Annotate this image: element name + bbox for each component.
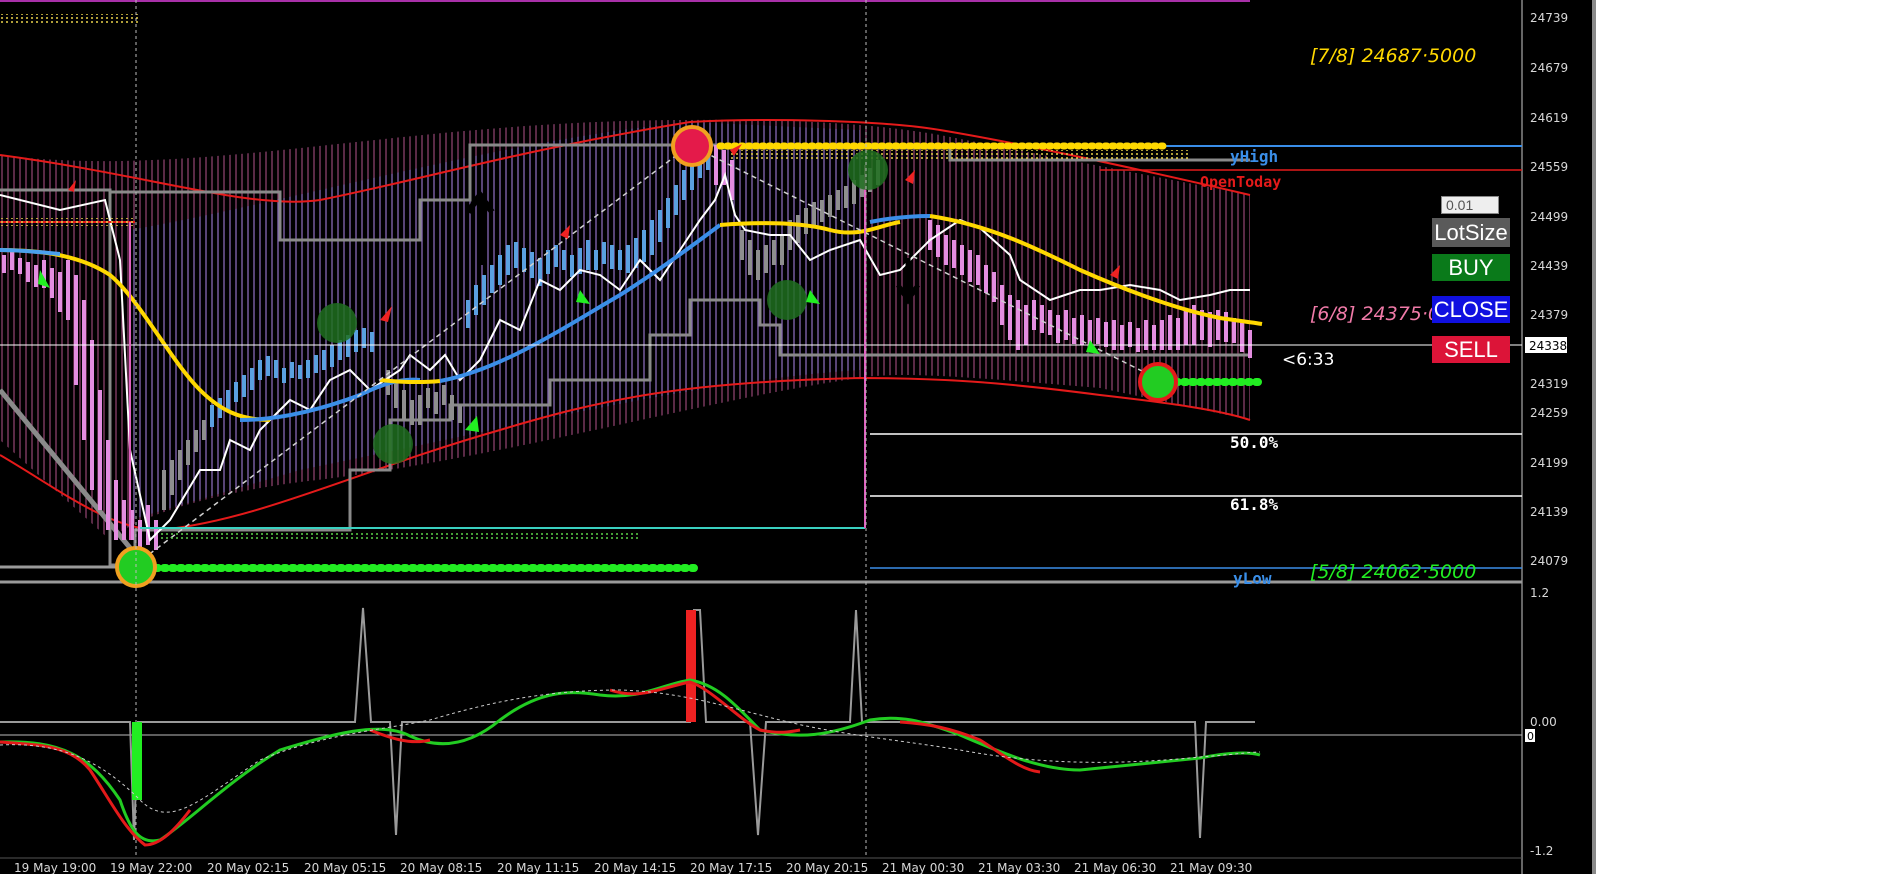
signal-dot-3 [767, 280, 807, 320]
price-tick: 24619 [1530, 111, 1568, 125]
time-tick: 20 May 05:15 [304, 861, 386, 874]
price-axis: 24739 24679 24619 24559 24499 24439 2437… [1530, 11, 1568, 568]
chart-canvas[interactable]: [7/8] 24687·5000 [6/8] 24375·0000 [5/8] … [0, 0, 1592, 874]
osc-sell-bar [686, 610, 696, 722]
lot-size-input[interactable] [1441, 196, 1499, 214]
current-swing-marker [1138, 362, 1178, 402]
fib-50-label: 50.0% [1230, 433, 1279, 452]
dotted-zone-top [0, 14, 140, 24]
time-tick: 20 May 02:15 [207, 861, 289, 874]
time-tick: 20 May 17:15 [690, 861, 772, 874]
ma-line-yellow-2 [379, 378, 441, 385]
window-edge [1592, 0, 1596, 874]
sell-button[interactable]: SELL [1432, 336, 1510, 363]
time-tick: 20 May 08:15 [400, 861, 482, 874]
buy-button[interactable]: BUY [1432, 254, 1510, 281]
time-tick: 21 May 03:30 [978, 861, 1060, 874]
dotted-zone-high [730, 150, 1190, 160]
dotted-zone-low [160, 532, 640, 540]
price-tick: 24319 [1530, 377, 1568, 391]
osc-signal-line-green [0, 678, 1261, 843]
osc-tick-zero: 0.00 [1530, 715, 1557, 729]
time-tick: 21 May 09:30 [1170, 861, 1252, 874]
price-tick: 24559 [1530, 160, 1568, 174]
ylow-label: yLow [1233, 569, 1272, 588]
osc-buy-bar [132, 722, 142, 800]
price-tick: 24439 [1530, 259, 1568, 273]
osc-tick-top: 1.2 [1530, 586, 1549, 600]
dotted-zone-left [0, 218, 135, 226]
murrey-7-8-label: [7/8] 24687·5000 [1310, 45, 1476, 67]
price-tick: 24739 [1530, 11, 1568, 25]
swing-high-marker [671, 125, 713, 167]
osc-zero-marker: 0 [1527, 730, 1534, 743]
time-tick: 19 May 22:00 [110, 861, 192, 874]
current-price-value: 24338 [1529, 339, 1567, 353]
osc-spike-line [0, 607, 1255, 841]
time-tick: 20 May 14:15 [594, 861, 676, 874]
price-tick: 24079 [1530, 554, 1568, 568]
osc-signal-dashed [0, 689, 1261, 813]
time-tick: 21 May 06:30 [1074, 861, 1156, 874]
price-tick: 24259 [1530, 406, 1568, 420]
time-tick: 20 May 11:15 [497, 861, 579, 874]
price-tick: 24679 [1530, 61, 1568, 75]
open-today-label: OpenToday [1200, 173, 1281, 191]
price-tick: 24139 [1530, 505, 1568, 519]
candle-countdown: <6:33 [1282, 350, 1334, 370]
fib-618-label: 61.8% [1230, 495, 1279, 514]
time-axis: 19 May 19:00 19 May 22:00 20 May 02:15 2… [14, 861, 1252, 874]
yhigh-label: yHigh [1230, 147, 1278, 166]
signal-dot-2 [373, 424, 413, 464]
chart-window[interactable]: [7/8] 24687·5000 [6/8] 24375·0000 [5/8] … [0, 0, 1592, 874]
price-tick: 24499 [1530, 210, 1568, 224]
osc-tick-bottom: -1.2 [1530, 844, 1553, 858]
price-tick: 24379 [1530, 308, 1568, 322]
signal-dot-1 [317, 303, 357, 343]
signal-dot-4 [848, 150, 888, 190]
time-tick: 20 May 20:15 [786, 861, 868, 874]
lotsize-button[interactable]: LotSize [1432, 218, 1510, 247]
murrey-5-8-label: [5/8] 24062·5000 [1310, 561, 1476, 583]
close-button[interactable]: CLOSE [1432, 296, 1510, 323]
time-tick: 21 May 00:30 [882, 861, 964, 874]
time-tick: 19 May 19:00 [14, 861, 96, 874]
price-tick: 24199 [1530, 456, 1568, 470]
